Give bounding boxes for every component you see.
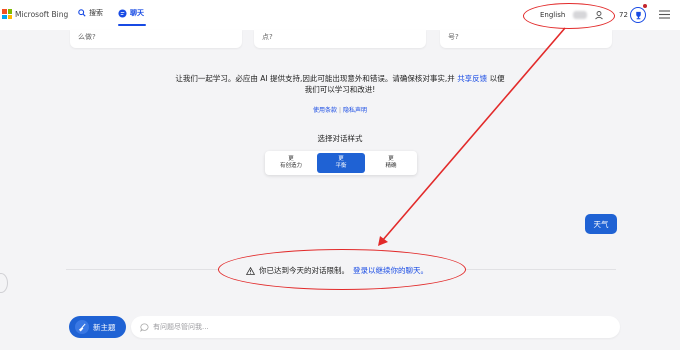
tab-chat[interactable]: 聊天 xyxy=(118,8,144,18)
divider xyxy=(466,269,616,270)
annotation-ellipse-top xyxy=(523,3,615,29)
style-title: 选择对话样式 xyxy=(317,134,363,143)
chat-icon xyxy=(118,8,127,18)
tab-search[interactable]: 搜索 xyxy=(78,8,103,18)
divider xyxy=(66,269,218,270)
style-option-prefix: 更 xyxy=(388,156,394,162)
active-tab-indicator xyxy=(118,24,146,26)
style-option-label: 平衡 xyxy=(335,163,347,169)
style-option-creative[interactable]: 更 有创造力 xyxy=(267,153,315,173)
chat-input[interactable] xyxy=(153,323,593,331)
rewards-points[interactable]: 72 xyxy=(619,11,628,19)
tab-search-label: 搜索 xyxy=(89,9,103,17)
hamburger-menu-icon[interactable] xyxy=(659,10,670,19)
new-topic-label: 新主题 xyxy=(93,322,116,332)
suggestion-card[interactable]: 号? xyxy=(440,30,612,48)
ai-disclaimer: 让我们一起学习。必应由 AI 提供支持,因此可能出现意外和错误。请确保核对事实,… xyxy=(140,73,540,95)
new-topic-button[interactable]: 新主题 xyxy=(69,316,126,338)
suggestion-card[interactable]: 点? xyxy=(254,30,426,48)
annotation-arrow xyxy=(378,27,566,246)
chat-input-box[interactable] xyxy=(131,316,620,338)
disclaimer-text-line2: 我们可以学习和改进! xyxy=(304,85,376,94)
style-option-balanced[interactable]: 更 平衡 xyxy=(317,153,365,173)
legal-links: 使用条款 | 隐私声明 xyxy=(240,105,440,114)
separator: | xyxy=(338,107,342,114)
annotation-ellipse-notice xyxy=(218,249,466,290)
style-option-prefix: 更 xyxy=(288,156,294,162)
disclaimer-text: 让我们一起学习。必应由 AI 提供支持,因此可能出现意外和错误。请确保核对事实,… xyxy=(175,74,455,83)
style-option-prefix: 更 xyxy=(338,156,344,162)
microsoft-logo-icon xyxy=(2,9,12,19)
terms-link[interactable]: 使用条款 xyxy=(313,107,337,114)
user-message-bubble: 天气 xyxy=(585,214,617,234)
side-scroll-handle[interactable] xyxy=(0,273,8,293)
style-option-precise[interactable]: 更 精确 xyxy=(367,153,415,173)
brand-name: Microsoft Bing xyxy=(15,9,69,19)
conversation-style-selector: 更 有创造力 更 平衡 更 精确 xyxy=(265,151,417,175)
trophy-icon xyxy=(635,11,641,19)
chat-bubble-icon xyxy=(140,322,149,332)
feedback-link[interactable]: 共享反馈 xyxy=(457,74,487,83)
bing-logo[interactable]: Microsoft Bing xyxy=(2,9,68,19)
style-option-label: 精确 xyxy=(385,163,397,169)
broom-icon xyxy=(75,320,89,334)
suggestion-card[interactable]: 么做? xyxy=(70,30,242,48)
disclaimer-text-end: 以便 xyxy=(489,74,505,83)
rewards-button[interactable] xyxy=(630,7,646,23)
notification-dot xyxy=(643,4,647,8)
search-icon xyxy=(78,9,86,17)
privacy-link[interactable]: 隐私声明 xyxy=(343,107,367,114)
style-option-label: 有创造力 xyxy=(279,163,302,169)
tab-chat-label: 聊天 xyxy=(130,9,144,17)
